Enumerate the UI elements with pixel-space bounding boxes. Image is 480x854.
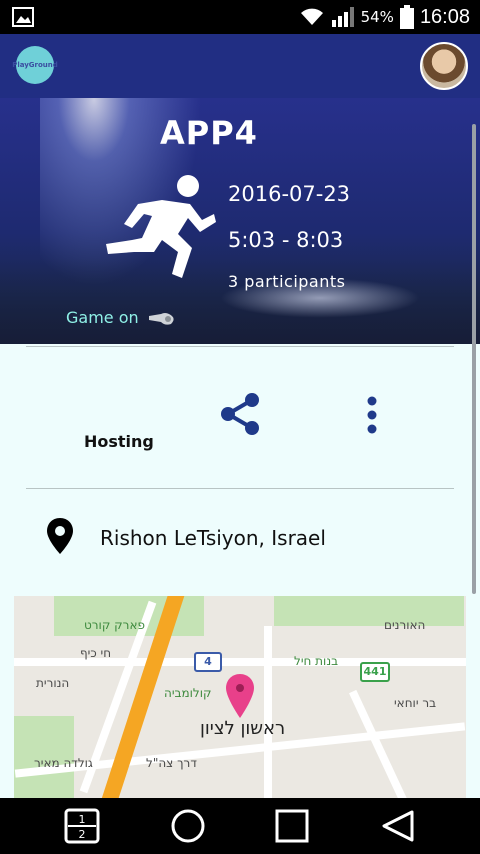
status-bar: 54% 16:08 xyxy=(0,0,480,34)
svg-text:2: 2 xyxy=(79,828,86,841)
location-pin-icon xyxy=(47,518,73,554)
share-icon[interactable] xyxy=(216,390,264,438)
image-notification-icon xyxy=(12,7,34,27)
map-park xyxy=(274,596,464,626)
recent-apps-split-icon[interactable]: 1 2 xyxy=(62,806,102,846)
map-label: דרך צה"ל xyxy=(146,756,197,770)
route-441-shield: 441 xyxy=(360,662,390,682)
whistle-icon xyxy=(148,312,174,325)
clock: 16:08 xyxy=(419,5,470,28)
map-label: הנורית xyxy=(36,676,70,690)
back-icon[interactable] xyxy=(378,806,418,846)
overview-icon[interactable] xyxy=(272,806,312,846)
signal-icon xyxy=(331,7,354,27)
map-view[interactable]: 4 441 פארק קורט חי כיף בנות חיל האורנים … xyxy=(14,596,466,798)
event-participants: 3 participants xyxy=(228,272,346,291)
map-city-label: ראשון לציון xyxy=(200,718,286,739)
event-time: 5:03 - 8:03 xyxy=(228,228,344,252)
map-road xyxy=(264,626,272,798)
map-label: בנות חיל xyxy=(294,654,339,668)
map-label: גולדה מאיר xyxy=(34,756,93,770)
more-options-icon[interactable] xyxy=(362,396,382,436)
app-logo[interactable]: PlayGround xyxy=(12,46,58,84)
map-label: קולומביה xyxy=(164,686,212,700)
map-label: פארק קורט xyxy=(84,618,145,632)
map-label: האורנים xyxy=(384,618,426,632)
map-label: חי כיף xyxy=(80,646,112,660)
navigation-bar: 1 2 xyxy=(0,798,480,854)
divider xyxy=(26,488,454,489)
event-hero: APP4 2016-07-23 5:03 - 8:03 3 participan… xyxy=(0,98,480,344)
map-marker-icon[interactable] xyxy=(226,674,254,718)
app-bar: PlayGround xyxy=(0,34,480,98)
event-status-label: Game on xyxy=(66,308,139,327)
location-row[interactable]: Rishon LeTsiyon, Israel xyxy=(0,510,480,570)
divider xyxy=(26,346,454,347)
location-name: Rishon LeTsiyon, Israel xyxy=(100,526,326,550)
wifi-icon xyxy=(300,8,323,25)
battery-percent: 54% xyxy=(360,8,394,26)
battery-icon xyxy=(399,5,414,29)
event-date: 2016-07-23 xyxy=(228,182,351,206)
running-person-icon xyxy=(106,175,216,278)
svg-text:1: 1 xyxy=(79,813,86,826)
map-label: בר יוחאי xyxy=(394,696,437,710)
event-title: APP4 xyxy=(160,114,258,152)
hosting-label: Hosting xyxy=(84,432,154,451)
home-icon[interactable] xyxy=(168,806,208,846)
route-4-shield: 4 xyxy=(194,652,222,672)
user-avatar[interactable] xyxy=(420,42,468,90)
logo-text: PlayGround xyxy=(12,61,58,69)
event-status: Game on xyxy=(66,308,177,327)
